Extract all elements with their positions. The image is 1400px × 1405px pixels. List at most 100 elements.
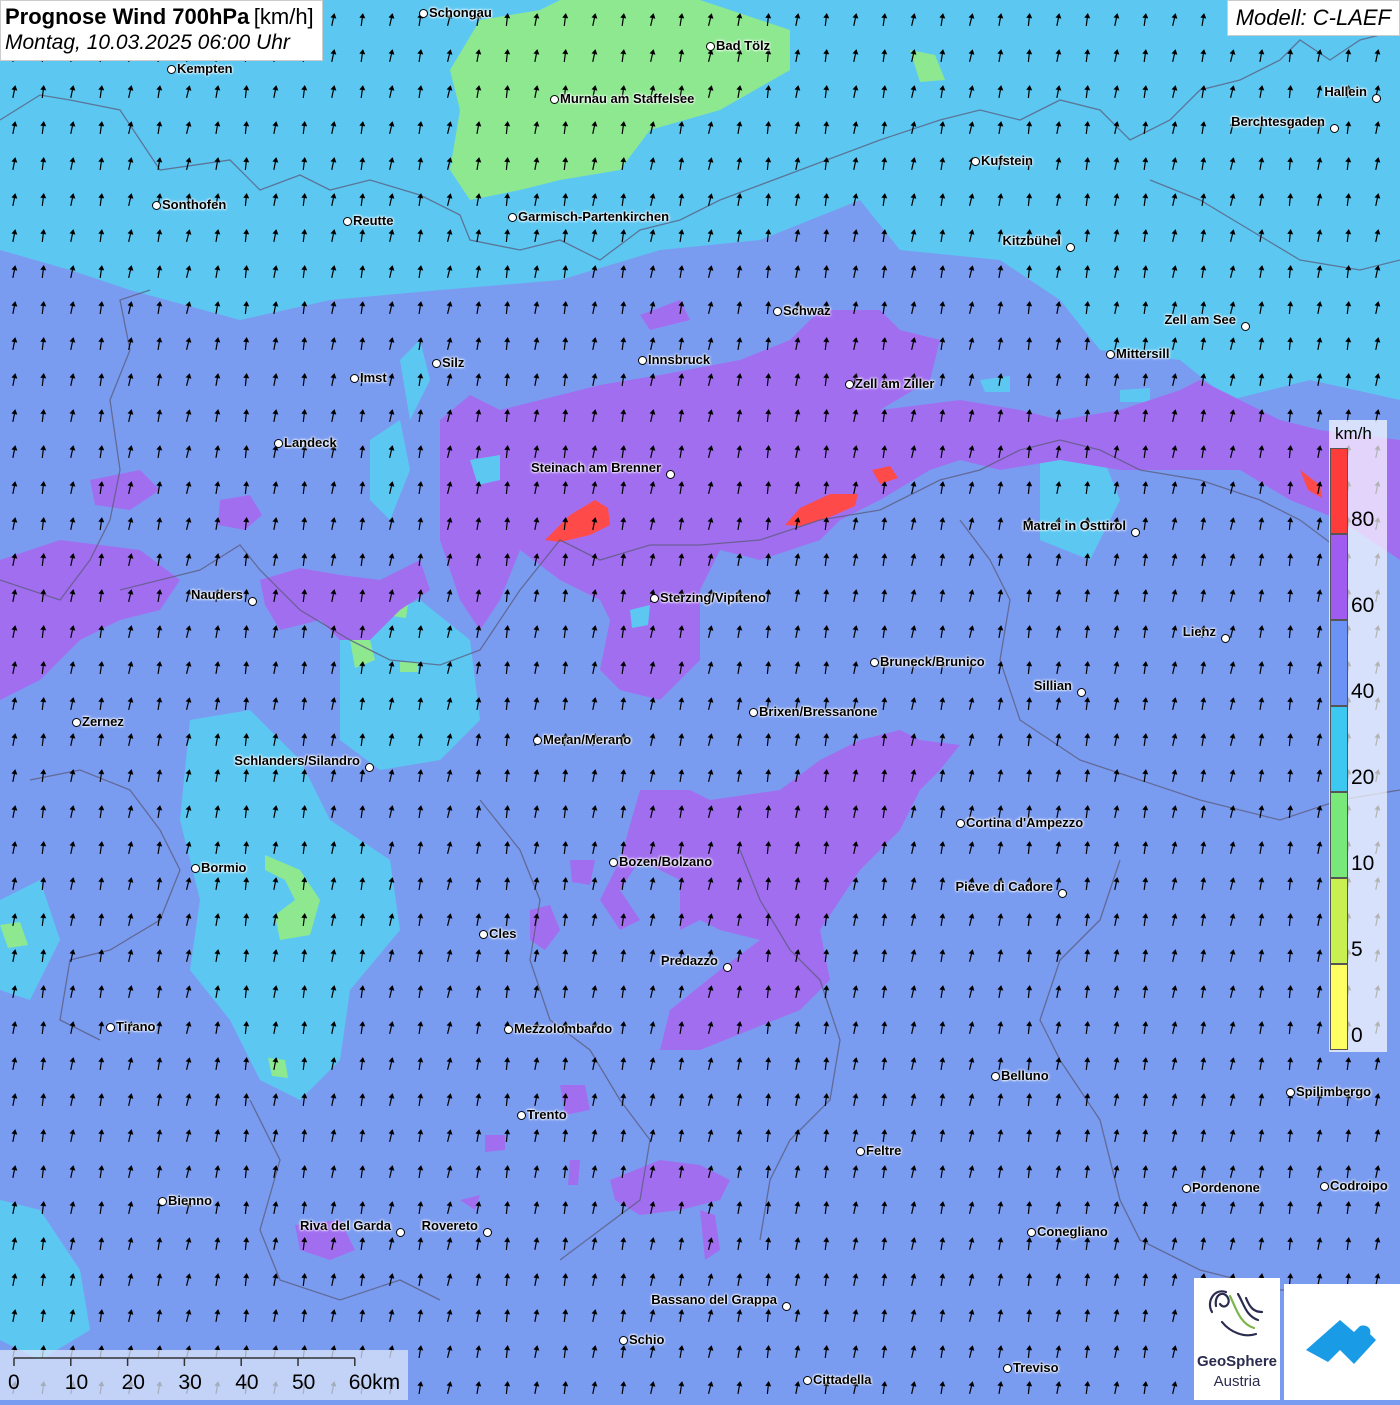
city-dot-icon [845, 380, 854, 389]
city-label: Trento [517, 1107, 567, 1122]
scale-label: 30 [178, 1371, 202, 1394]
city-dot-icon [517, 1111, 526, 1120]
city-label: Tirano [106, 1019, 156, 1034]
city-dot-icon [158, 1197, 167, 1206]
city-dot-icon [1131, 528, 1140, 537]
city-dot-icon [870, 658, 879, 667]
city-dot-icon [650, 594, 659, 603]
city-label: Nauders [191, 587, 257, 606]
cloud-logo [1284, 1284, 1400, 1400]
scale-label: 50 [292, 1371, 316, 1394]
city-dot-icon [1058, 889, 1067, 898]
city-label: Garmisch-Partenkirchen [508, 209, 669, 224]
city-label: Cles [479, 926, 516, 941]
city-label: Murnau am Staffelsee [550, 91, 694, 106]
cloud-logo-icon [1306, 1320, 1376, 1364]
geosphere-logo-icon [1208, 1290, 1264, 1337]
city-label: Bruneck/Brunico [870, 654, 985, 669]
city-dot-icon [1066, 243, 1075, 252]
city-dot-icon [1182, 1184, 1191, 1193]
city-dot-icon [609, 858, 618, 867]
legend-swatch [1330, 964, 1348, 1050]
city-label: Sterzing/Vipiteno [650, 590, 766, 605]
city-dot-icon [550, 95, 559, 104]
city-label: Bad Tölz [706, 38, 770, 53]
city-label: Bozen/Bolzano [609, 854, 712, 869]
model-label: Modell: C-LAEF [1226, 0, 1400, 36]
city-label: Matrei in Osttirol [1023, 518, 1140, 537]
legend-swatch [1330, 534, 1348, 620]
legend-swatch [1330, 792, 1348, 878]
city-label: Pordenone [1182, 1180, 1260, 1195]
city-dot-icon [1027, 1228, 1036, 1237]
city-label: Conegliano [1027, 1224, 1108, 1239]
city-dot-icon [619, 1336, 628, 1345]
legend-label: 0 [1351, 1024, 1363, 1047]
city-dot-icon [1003, 1364, 1012, 1373]
city-dot-icon [396, 1228, 405, 1237]
city-label: Sonthofen [152, 197, 226, 212]
city-dot-icon [432, 359, 441, 368]
city-label: Spilimbergo [1286, 1084, 1371, 1099]
city-dot-icon [1077, 688, 1086, 697]
city-label: Schlanders/Silandro [234, 753, 374, 772]
city-label: Mezzolombardo [504, 1021, 612, 1036]
city-dot-icon [773, 307, 782, 316]
city-dot-icon [782, 1302, 791, 1311]
city-dot-icon [167, 65, 176, 74]
city-dot-icon [1372, 94, 1381, 103]
city-label: Feltre [856, 1143, 901, 1158]
legend-label: 60 [1351, 594, 1375, 617]
city-label: Brixen/Bressanone [749, 704, 878, 719]
city-dot-icon [971, 157, 980, 166]
legend-label: 40 [1351, 680, 1375, 703]
city-label: Schwaz [773, 303, 831, 318]
scale-bar: 0 10 20 30 40 50 60km [0, 1350, 408, 1400]
city-dot-icon [191, 864, 200, 873]
legend-swatch [1330, 878, 1348, 964]
city-dot-icon [1320, 1182, 1329, 1191]
city-dot-icon [350, 374, 359, 383]
city-dot-icon [1106, 350, 1115, 359]
legend-label: 10 [1351, 852, 1375, 875]
city-dot-icon [749, 708, 758, 717]
city-label: Pieve di Cadore [955, 879, 1067, 898]
city-dot-icon [479, 930, 488, 939]
city-label: Kitzbühel [1003, 233, 1075, 252]
city-label: Treviso [1003, 1360, 1059, 1375]
city-dot-icon [106, 1023, 115, 1032]
city-dot-icon [706, 42, 715, 51]
scale-label: 40 [235, 1371, 259, 1394]
city-dot-icon [666, 470, 675, 479]
city-label: Silz [432, 355, 464, 370]
city-label: Landeck [274, 435, 337, 450]
city-dot-icon [419, 9, 428, 18]
city-label: Cortina d'Ampezzo [956, 815, 1083, 830]
city-label: Riva del Garda [300, 1218, 405, 1237]
city-dot-icon [856, 1147, 865, 1156]
city-label: Rovereto [422, 1218, 492, 1237]
city-label: Predazzo [661, 953, 732, 972]
city-dot-icon [504, 1025, 513, 1034]
city-dot-icon [343, 217, 352, 226]
city-label: Schio [619, 1332, 664, 1347]
city-label: Hallein [1324, 84, 1381, 103]
city-label: Zell am Ziller [845, 376, 934, 391]
legend-label: 5 [1351, 938, 1363, 961]
city-dot-icon [508, 213, 517, 222]
legend-swatch [1330, 706, 1348, 792]
city-label: Lienz [1183, 624, 1230, 643]
city-dot-icon [1241, 322, 1250, 331]
title-box: Prognose Wind 700hPa [km/h] Montag, 10.0… [0, 0, 323, 61]
city-label: Cittadella [803, 1372, 872, 1387]
map-title: Prognose Wind 700hPa [5, 4, 250, 29]
forecast-date: Montag, 10.03.2025 06:00 Uhr [5, 31, 290, 55]
scale-label: 10 [64, 1371, 89, 1394]
scale-label: 0 [8, 1371, 20, 1394]
city-label: Kempten [167, 61, 233, 76]
color-legend: km/h 80 60 40 20 10 5 0 [1329, 420, 1387, 1052]
city-dot-icon [1286, 1088, 1295, 1097]
city-dot-icon [1330, 124, 1339, 133]
city-label: Codroipo [1320, 1178, 1388, 1193]
city-dot-icon [274, 439, 283, 448]
